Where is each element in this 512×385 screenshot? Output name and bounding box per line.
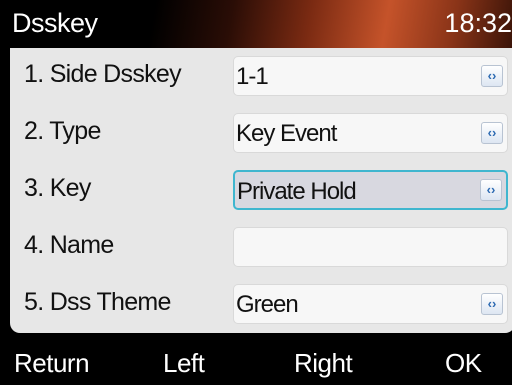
clock-time: 18:32 xyxy=(444,8,512,38)
left-right-arrows-icon[interactable]: ‹› xyxy=(481,122,503,144)
setting-row-type[interactable]: 2. Type Key Event ‹› xyxy=(10,105,512,162)
dss-theme-select[interactable]: Green ‹› xyxy=(233,284,508,324)
right-softkey[interactable]: Right xyxy=(294,348,353,379)
field-value: 1-1 xyxy=(236,63,269,90)
settings-panel: 1. Side Dsskey 1-1 ‹› 2. Type Key Event … xyxy=(10,48,512,333)
setting-row-dss-theme[interactable]: 5. Dss Theme Green ‹› xyxy=(10,276,512,333)
ok-softkey[interactable]: OK xyxy=(445,348,482,379)
phone-screen: Dsskey 18:32 1. Side Dsskey 1-1 ‹› 2. Ty… xyxy=(0,0,512,385)
field-value: Key Event xyxy=(236,120,337,147)
setting-label: 1. Side Dsskey xyxy=(24,60,182,88)
left-softkey[interactable]: Left xyxy=(163,348,205,379)
softkey-bar: Return Left Right OK xyxy=(0,340,512,385)
setting-label: 4. Name xyxy=(24,231,114,259)
setting-row-name[interactable]: 4. Name xyxy=(10,219,512,276)
left-right-arrows-icon[interactable]: ‹› xyxy=(480,179,502,201)
title-bar: Dsskey 18:32 xyxy=(0,0,512,48)
field-value: Green xyxy=(236,291,299,318)
setting-label: 3. Key xyxy=(24,174,91,202)
left-right-arrows-icon[interactable]: ‹› xyxy=(481,293,503,315)
setting-label: 2. Type xyxy=(24,117,101,145)
setting-row-key[interactable]: 3. Key Private Hold ‹› xyxy=(10,162,512,219)
setting-row-side-dsskey[interactable]: 1. Side Dsskey 1-1 ‹› xyxy=(10,48,512,105)
setting-label: 5. Dss Theme xyxy=(24,288,171,316)
side-dsskey-select[interactable]: 1-1 ‹› xyxy=(233,56,508,96)
page-title: Dsskey xyxy=(12,8,98,38)
type-select[interactable]: Key Event ‹› xyxy=(233,113,508,153)
key-select[interactable]: Private Hold ‹› xyxy=(233,170,508,210)
name-input[interactable] xyxy=(233,227,508,267)
left-right-arrows-icon[interactable]: ‹› xyxy=(481,65,503,87)
return-softkey[interactable]: Return xyxy=(14,348,90,379)
field-value: Private Hold xyxy=(237,178,357,205)
